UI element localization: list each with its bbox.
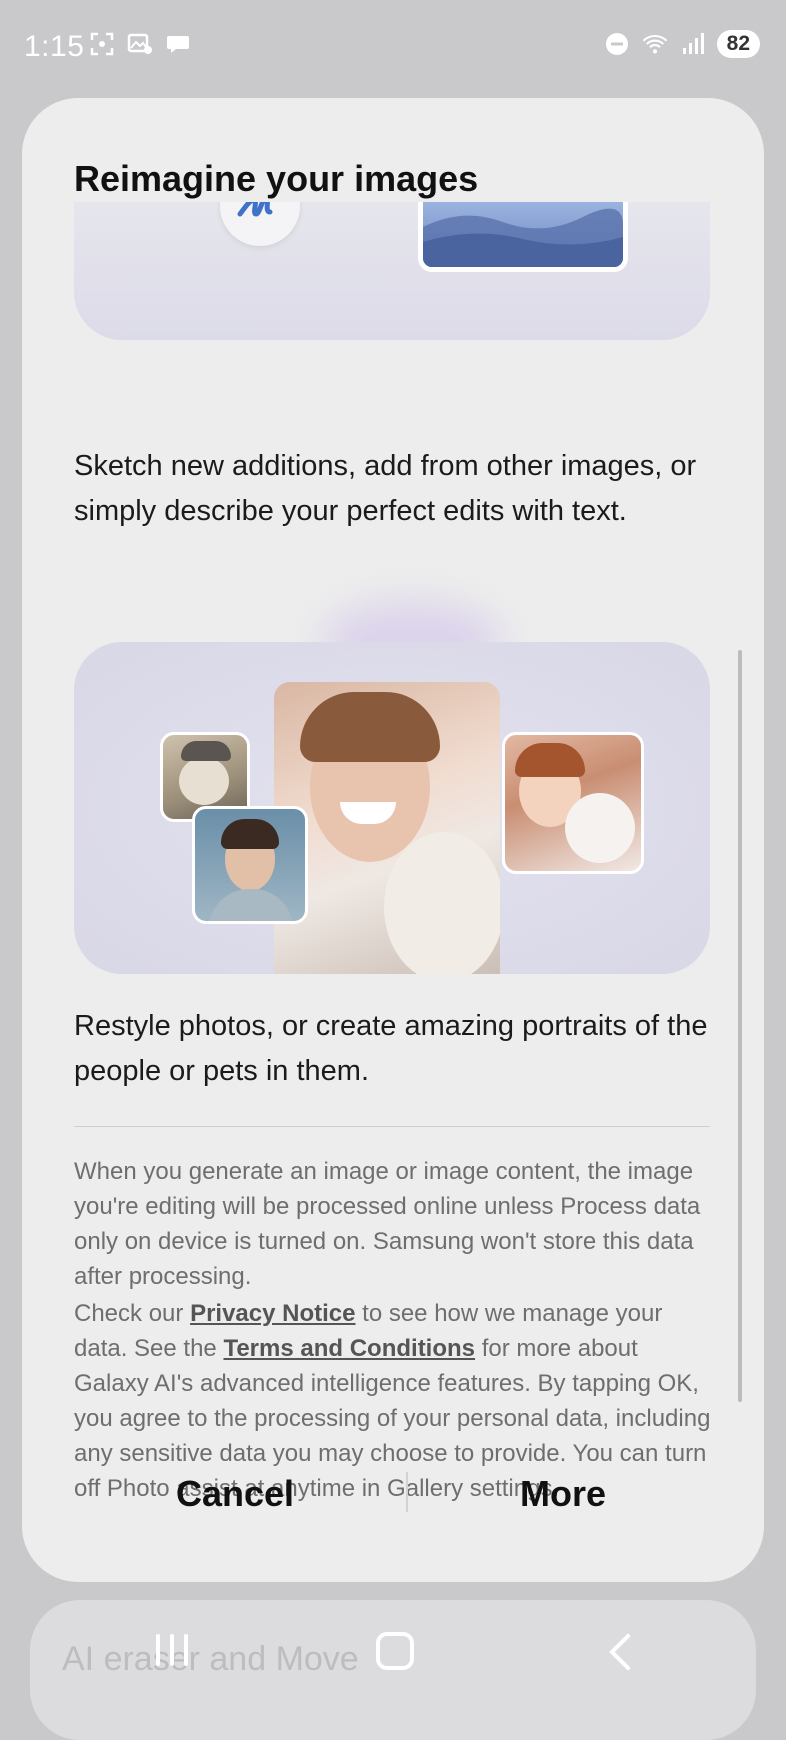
chat-icon [164, 30, 192, 58]
back-icon[interactable] [604, 1632, 634, 1677]
processing-notice: When you generate an image or image cont… [74, 1158, 701, 1290]
signal-icon [679, 30, 707, 58]
status-icons-right: 82 [603, 30, 760, 58]
anime-portrait-photo [502, 732, 644, 874]
dialog-title: Reimagine your images [74, 158, 479, 199]
reimagine-dialog: Reimagine your images Sketch new additio… [22, 98, 764, 1582]
button-divider [406, 1472, 408, 1512]
status-icons-left [88, 30, 192, 58]
cancel-button[interactable]: Cancel [170, 1472, 300, 1516]
terms-and-conditions-link[interactable]: Terms and Conditions [223, 1335, 475, 1362]
restyle-description: Restyle photos, or create amazing portra… [74, 1010, 708, 1087]
landscape-photo [418, 202, 628, 272]
more-button[interactable]: More [514, 1472, 612, 1516]
battery-icon: 82 [716, 30, 760, 58]
scrollbar[interactable] [738, 650, 742, 1402]
home-icon[interactable] [376, 1632, 414, 1670]
screenshot-icon [88, 30, 116, 58]
dialog-button-row: Cancel More [22, 1458, 764, 1548]
privacy-notice-link[interactable]: Privacy Notice [190, 1300, 355, 1327]
privacy-prefix-text: Check our [74, 1300, 191, 1327]
section-divider [74, 1126, 710, 1127]
wifi-icon [641, 30, 669, 58]
sketch-description: Sketch new additions, add from other ima… [74, 450, 697, 527]
status-time: 1:15 [24, 30, 85, 63]
restyle-illustration [74, 642, 710, 974]
sketch-illustration [74, 202, 710, 340]
woman-portrait-photo [192, 806, 308, 924]
status-bar: 1:15 82 [0, 0, 786, 96]
photo-settings-icon [126, 30, 154, 58]
do-not-disturb-icon [603, 30, 631, 58]
navigation-bar [0, 1620, 786, 1704]
dialog-scroll-area[interactable]: Sketch new additions, add from other ima… [22, 202, 764, 1552]
sketch-icon [220, 202, 300, 246]
recent-apps-icon[interactable] [156, 1634, 188, 1666]
